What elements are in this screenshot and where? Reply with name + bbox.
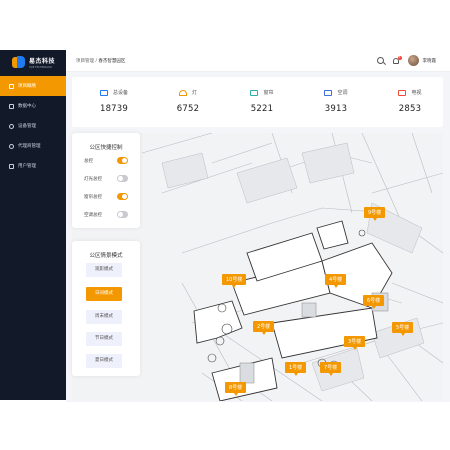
- mode-button-movie[interactable]: 观影模式: [86, 263, 122, 277]
- stat-label: 总设备: [112, 90, 128, 96]
- building-tag-8[interactable]: 8号楼: [225, 382, 247, 396]
- breadcrumb: 项目管理 / 春杰智慧园区: [76, 58, 125, 64]
- tv-icon: [398, 89, 407, 96]
- breadcrumb-parent[interactable]: 项目管理: [76, 59, 94, 64]
- switch-row-curtains: 窗帘总控: [84, 193, 128, 200]
- users-icon: [9, 163, 14, 169]
- sidebar-item-overview[interactable]: 项目概略: [0, 76, 66, 96]
- mode-button-holiday[interactable]: 节日模式: [86, 332, 122, 346]
- stats-card: 总设备 18739 灯 6752 窗帘 5221 空调 3913 电视 2853: [72, 77, 443, 127]
- sidebar-item-devices[interactable]: 设备管理: [0, 116, 66, 136]
- mode-button-day[interactable]: 日间模式: [86, 287, 122, 301]
- mode-button-summer[interactable]: 夏日模式: [86, 354, 122, 368]
- logo-icon: [12, 56, 25, 69]
- stat-curtains: 窗帘 5221: [230, 89, 294, 114]
- quick-control-panel: 公区快捷控制 总控 灯光总控 窗帘总控 空调总控: [72, 133, 140, 228]
- sidebar-item-label: 项目概略: [18, 84, 36, 89]
- sidebar-item-label: 设备管理: [18, 124, 36, 129]
- logo: 易杰科技 YIJIE TECHNOLOGY: [12, 56, 55, 69]
- stat-label: 电视: [411, 90, 422, 96]
- switch-label: 灯光总控: [84, 176, 102, 182]
- sidebar-item-label: 用户管理: [18, 164, 36, 169]
- search-icon[interactable]: [376, 57, 384, 64]
- avatar[interactable]: [407, 55, 419, 66]
- breadcrumb-current: 春杰智慧园区: [98, 59, 126, 64]
- lights-toggle[interactable]: [117, 175, 128, 182]
- building-tag-7[interactable]: 7号楼: [320, 362, 342, 376]
- logo-subtitle: YIJIE TECHNOLOGY: [29, 66, 53, 69]
- switch-row-master: 总控: [84, 157, 128, 164]
- stat-value: 3913: [324, 104, 348, 114]
- stat-label: 灯: [191, 90, 197, 96]
- user-icon: [9, 143, 14, 149]
- sidebar-item-agents[interactable]: 代理商管理: [0, 136, 66, 156]
- stat-value: 6752: [176, 104, 200, 114]
- stat-total-devices: 总设备 18739: [82, 89, 146, 114]
- scene-mode-panel: 公区情景模式 观影模式 日间模式 周末模式 节日模式 夏日模式: [72, 241, 140, 376]
- lamp-icon: [178, 89, 187, 96]
- sidebar: 易杰科技 YIJIE TECHNOLOGY 项目概略 数据中心 设备管理 代理商…: [0, 50, 66, 400]
- sidebar-item-users[interactable]: 用户管理: [0, 156, 66, 176]
- building-tag-4[interactable]: 4号楼: [325, 274, 347, 288]
- building-tag-10[interactable]: 10号楼: [222, 274, 247, 288]
- top-bar: 项目管理 / 春杰智慧园区 3 李晓霞: [66, 50, 450, 72]
- sidebar-item-label: 数据中心: [18, 104, 36, 109]
- master-toggle[interactable]: [117, 157, 128, 164]
- stat-tv: 电视 2853: [378, 89, 442, 114]
- sidebar-item-label: 代理商管理: [18, 144, 41, 149]
- switch-row-lights: 灯光总控: [84, 175, 128, 182]
- main-content: 总设备 18739 灯 6752 窗帘 5221 空调 3913 电视 2853: [66, 72, 450, 402]
- stat-label: 空调: [337, 90, 348, 96]
- stat-label: 窗帘: [263, 90, 274, 96]
- building-tag-2[interactable]: 2号楼: [253, 321, 275, 335]
- curtains-toggle[interactable]: [117, 193, 128, 200]
- stat-value: 2853: [398, 104, 422, 114]
- switch-label: 空调总控: [84, 212, 102, 218]
- stat-value: 18739: [99, 104, 129, 114]
- aircon-toggle[interactable]: [117, 211, 128, 218]
- sidebar-item-data-center[interactable]: 数据中心: [0, 96, 66, 116]
- building-tag-3[interactable]: 3号楼: [344, 336, 366, 350]
- switch-label: 总控: [84, 158, 93, 164]
- logo-title: 易杰科技: [29, 58, 56, 65]
- switch-label: 窗帘总控: [84, 194, 102, 200]
- stat-value: 5221: [250, 104, 274, 114]
- username[interactable]: 李晓霞: [423, 58, 437, 64]
- device-icon: [99, 89, 108, 96]
- monitor-icon: [9, 103, 14, 109]
- notification-badge: 3: [397, 55, 402, 60]
- curtain-icon: [250, 89, 259, 96]
- sidebar-nav: 项目概略 数据中心 设备管理 代理商管理 用户管理: [0, 76, 66, 176]
- switch-row-aircon: 空调总控: [84, 211, 128, 218]
- gear-icon: [9, 123, 14, 129]
- panel-title: 公区情景模式: [89, 253, 123, 259]
- mode-button-weekend[interactable]: 周末模式: [86, 310, 122, 324]
- aircon-icon: [324, 89, 333, 96]
- bell-icon[interactable]: 3: [392, 55, 402, 65]
- folder-icon: [9, 83, 14, 89]
- building-tag-1[interactable]: 1号楼: [285, 362, 307, 376]
- stat-lamps: 灯 6752: [156, 89, 220, 114]
- building-tag-5[interactable]: 5号楼: [392, 322, 414, 336]
- panel-title: 公区快捷控制: [89, 145, 123, 151]
- building-tag-6[interactable]: 6号楼: [363, 295, 385, 309]
- stat-aircon: 空调 3913: [304, 89, 368, 114]
- building-tag-9[interactable]: 9号楼: [364, 207, 386, 221]
